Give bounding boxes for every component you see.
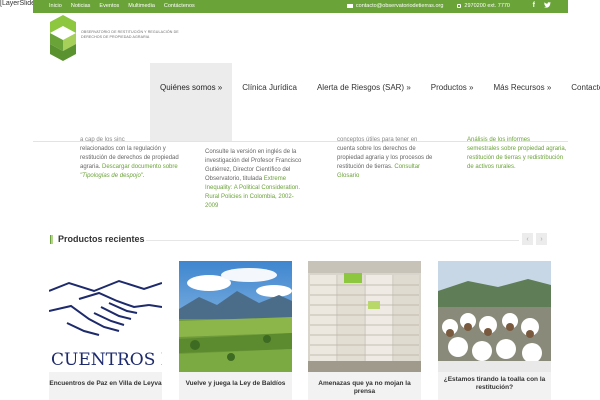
product-card[interactable]: Amenazas que ya no mojan la prensa (308, 261, 421, 400)
product-caption[interactable]: ¿Estamos tirando la toalla con la restit… (438, 372, 551, 400)
social-links: f (533, 2, 551, 10)
section-header: Productos recientes (50, 234, 145, 244)
info-column-2: Consulte la versión en inglés de la inve… (205, 148, 305, 211)
product-card[interactable]: Vuelve y juega la Ley de Baldíos (179, 261, 292, 400)
contact-phone: 2970200 ext. 7770 (457, 3, 510, 9)
product-image-handshake[interactable]: CUENTROS DE P (49, 261, 162, 372)
layerslider-placeholder: [LayerSlider (0, 0, 38, 7)
product-caption[interactable]: Vuelve y juega la Ley de Baldíos (179, 372, 292, 400)
col1-tail: . (142, 173, 145, 179)
product-image-landscape[interactable] (179, 261, 292, 372)
nav-alerta-de-riesgos[interactable]: Alerta de Riesgos (SAR) » (307, 63, 421, 142)
site-header: OBSERVATORIO DE RESTITUCIÓN Y REGULACIÓN… (33, 13, 600, 142)
top-link-inicio[interactable]: Inicio (49, 3, 62, 9)
carousel-arrows: ‹ › (522, 233, 547, 245)
top-link-eventos[interactable]: Eventos (99, 3, 119, 9)
product-image-text: CUENTROS DE P (51, 350, 162, 370)
product-caption[interactable]: Encuentros de Paz en Villa de Leyva (49, 372, 162, 400)
top-bar: Inicio Noticias Eventos Multimedia Contá… (33, 0, 568, 13)
phone-icon (457, 4, 462, 8)
col4-fragment: Análisis de los informes (467, 137, 531, 143)
product-caption[interactable]: Amenazas que ya no mojan la prensa (308, 372, 421, 400)
top-link-contactenos[interactable]: Contáctenos (164, 3, 195, 9)
carousel-prev-button[interactable]: ‹ (522, 233, 533, 245)
nav-contacto[interactable]: Contacto (561, 63, 600, 142)
col4-informes-link[interactable]: semestrales sobre propiedad agraria, res… (467, 146, 566, 170)
nav-productos[interactable]: Productos » (421, 63, 484, 142)
product-card[interactable]: ¿Estamos tirando la toalla con la restit… (438, 261, 551, 400)
facebook-icon[interactable]: f (533, 2, 535, 10)
top-nav: Inicio Noticias Eventos Multimedia Contá… (49, 3, 195, 9)
contact-email[interactable]: contacto@observatoriodetierras.org (346, 3, 443, 9)
section-marker (50, 234, 53, 244)
nav-mas-recursos[interactable]: Más Recursos » (483, 63, 561, 142)
section-divider (146, 240, 519, 241)
col1-tipologias-link[interactable]: "Tipologías de despojo" (80, 173, 143, 179)
section-title: Productos recientes (58, 234, 145, 244)
info-column-4: Análisis de los informes semestrales sob… (467, 136, 567, 172)
top-link-noticias[interactable]: Noticias (71, 3, 91, 9)
product-card[interactable]: CUENTROS DE P Encuentros de Paz en Villa… (49, 261, 162, 400)
nav-quienes-somos[interactable]: Quiénes somos » (150, 63, 233, 142)
col2-text: Consulte la versión en inglés de la inve… (205, 149, 302, 182)
observatorio-logo-icon[interactable] (50, 15, 76, 61)
main-nav: Quiénes somos » Clínica Jurídica Alerta … (150, 63, 600, 142)
twitter-icon[interactable] (544, 2, 551, 10)
info-column-1: a cap de los sinc relacionados con la re… (80, 136, 180, 181)
carousel-next-button[interactable]: › (536, 233, 547, 245)
product-image-archive[interactable] (308, 261, 421, 372)
product-image-crowd[interactable] (438, 261, 551, 372)
col1-download-link[interactable]: Descargar documento sobre (102, 164, 178, 170)
col3-fragment: conceptos útiles para tener en (337, 137, 418, 143)
contact-info: contacto@observatoriodetierras.org 29702… (346, 3, 510, 9)
envelope-icon (346, 4, 353, 8)
nav-clinica-juridica[interactable]: Clínica Jurídica (232, 63, 307, 142)
col1-fragment: a cap de los sinc (80, 137, 125, 143)
top-link-multimedia[interactable]: Multimedia (128, 3, 155, 9)
logo-text: OBSERVATORIO DE RESTITUCIÓN Y REGULACIÓN… (81, 30, 179, 39)
info-column-3: conceptos útiles para tener en cuenta so… (337, 136, 437, 181)
